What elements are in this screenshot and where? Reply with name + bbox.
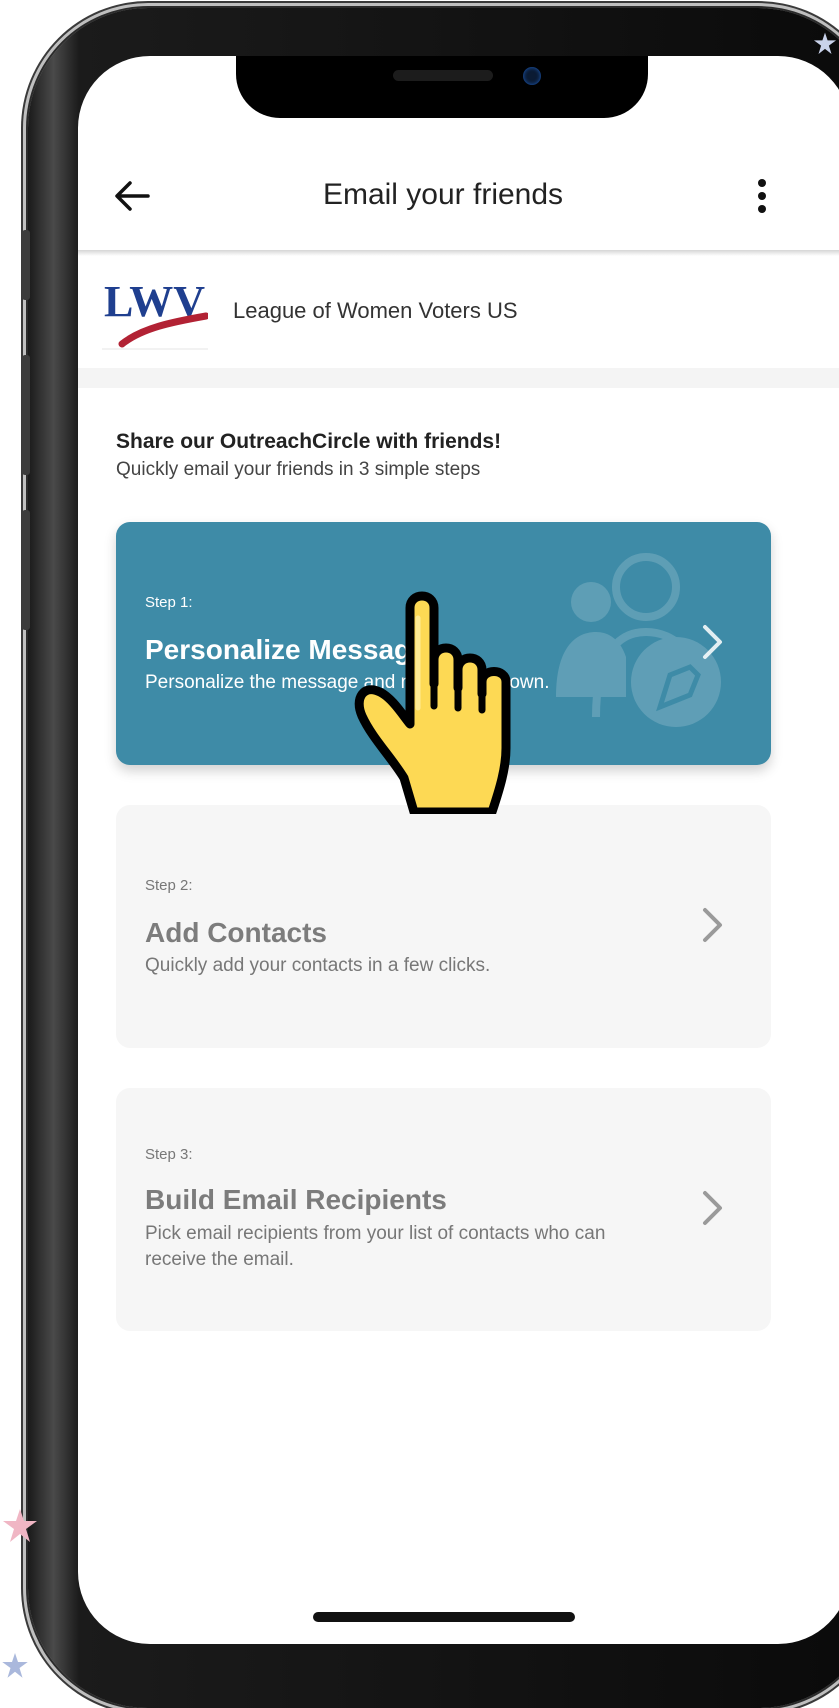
star-icon [2, 1653, 28, 1678]
step-description: Pick email recipients from your list of … [145, 1223, 606, 1270]
organization-logo: LWV [102, 272, 210, 350]
more-vertical-icon[interactable] [746, 176, 778, 216]
section-divider [78, 368, 839, 388]
page-title: Email your friends [322, 178, 564, 211]
step-label: Step 1: [145, 594, 193, 611]
chevron-right-icon [703, 625, 722, 659]
intro-heading: Share our OutreachCircle with friends! [116, 430, 502, 453]
back-arrow-icon[interactable] [112, 176, 152, 216]
notch [236, 56, 648, 118]
step-description: Quickly add your contacts in a few click… [145, 955, 491, 976]
side-button-mute [22, 230, 30, 300]
step-title: Add Contacts [145, 917, 327, 948]
intro-subheading: Quickly email your friends in 3 simple s… [116, 459, 481, 480]
front-camera [523, 67, 541, 85]
step-label: Step 2: [145, 877, 193, 894]
step-card-add-contacts[interactable]: Step 2: Add Contacts Quickly add your co… [116, 805, 771, 1048]
step-card-personalize-message[interactable]: Step 1: Personalize Message Personalize … [116, 522, 771, 765]
chevron-right-icon [703, 908, 722, 942]
chevron-right-icon [703, 1191, 722, 1225]
step-description: Personalize the message and make it your… [145, 672, 550, 693]
step-title: Personalize Message [145, 634, 427, 665]
organization-name: League of Women Voters US [233, 298, 518, 323]
home-indicator [313, 1612, 575, 1622]
step-title: Build Email Recipients [145, 1184, 447, 1215]
side-button-volume-down [22, 510, 30, 630]
step-label: Step 3: [145, 1146, 193, 1163]
step-card-build-email-recipients[interactable]: Step 3: Build Email Recipients Pick emai… [116, 1088, 771, 1331]
side-button-volume-up [22, 355, 30, 475]
speaker-grille [393, 70, 493, 81]
